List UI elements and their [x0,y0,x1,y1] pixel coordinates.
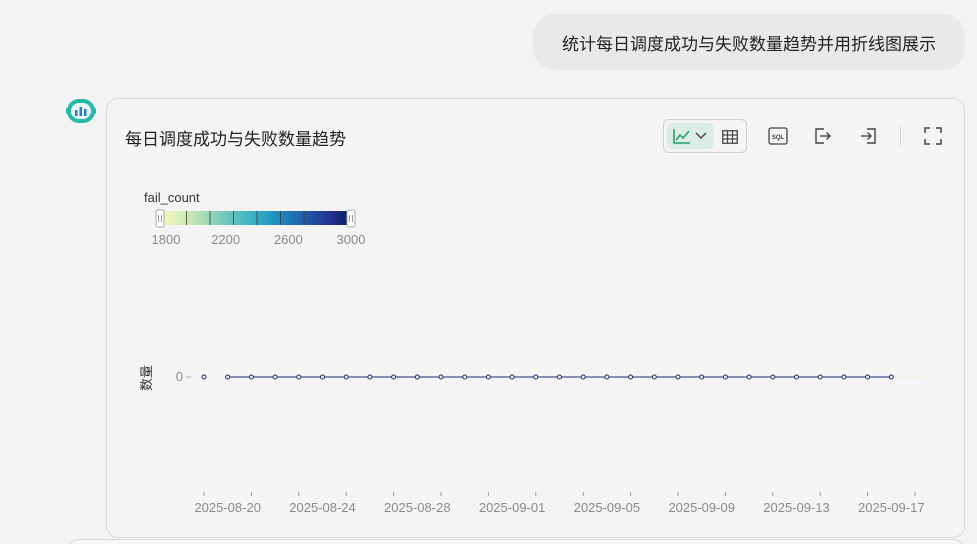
data-point[interactable] [248,374,254,380]
user-message-bubble: 统计每日调度成功与失败数量趋势并用折线图展示 [533,14,965,70]
bot-avatar-icon [66,99,96,123]
chat-input-box[interactable] [66,539,966,544]
y-tick-label: 0 [176,369,183,384]
data-point[interactable] [794,374,799,380]
data-point[interactable] [462,374,468,380]
x-tick-label: 2025-09-05 [574,500,641,515]
series-group [201,374,927,380]
x-tick-label: 2025-08-20 [194,500,261,515]
y-axis: 0 [176,369,191,384]
data-point[interactable] [865,374,871,380]
data-point[interactable] [699,374,705,380]
line-chart: fail_count 1800 2200 2600 3000 数量 0 2025-08… [139,190,927,515]
x-tick-label: 2025-09-09 [668,500,735,515]
data-point[interactable] [391,374,397,380]
x-tick-label: 2025-09-01 [479,500,545,515]
data-point[interactable] [438,374,444,380]
visual-map-tick-label: 3000 [337,232,366,247]
data-point[interactable] [343,374,349,380]
data-point[interactable] [296,374,302,380]
data-point[interactable] [272,374,278,380]
data-point[interactable] [580,374,586,380]
data-point[interactable] [201,374,207,380]
data-point[interactable] [888,374,894,380]
visual-map-tick-label: 2600 [274,232,303,247]
data-point[interactable] [746,374,752,380]
x-axis: 2025-08-20 2025-08-24 2025-08-28 2025-09-01… [194,492,925,515]
data-point[interactable] [414,374,420,380]
data-point[interactable] [320,374,325,380]
data-point[interactable] [367,374,373,380]
data-point[interactable] [722,374,728,380]
visual-map-min-handle[interactable] [155,209,165,228]
visual-map-tick-label: 2200 [211,232,240,247]
x-tick-label: 2025-08-28 [384,500,451,515]
data-point[interactable] [485,374,491,380]
data-point[interactable] [557,374,562,380]
visual-map-legend: fail_count 1800 2200 2600 3000 [144,190,365,247]
data-point[interactable] [770,374,776,380]
visual-map-label: fail_count [144,190,200,205]
chart-card: 每日调度成功与失败数量趋势 SQL fail_count 1800 2200 2… [106,98,965,538]
data-point[interactable] [651,374,657,380]
data-point[interactable] [841,374,847,380]
x-tick-label: 2025-09-13 [763,500,830,515]
visual-map-tick-label: 1800 [152,232,181,247]
data-point[interactable] [509,374,515,380]
data-point[interactable] [225,374,231,380]
visual-map-max-handle[interactable] [346,209,356,228]
data-point[interactable] [533,374,539,380]
data-point[interactable] [628,374,634,380]
user-message-text: 统计每日调度成功与失败数量趋势并用折线图展示 [562,34,936,54]
data-point[interactable] [675,374,681,380]
y-axis-label: 数量 [139,365,154,391]
x-tick-label: 2025-08-24 [289,500,356,515]
data-point[interactable] [604,374,610,380]
data-point[interactable] [817,374,823,380]
x-tick-label: 2025-09-17 [858,500,925,515]
